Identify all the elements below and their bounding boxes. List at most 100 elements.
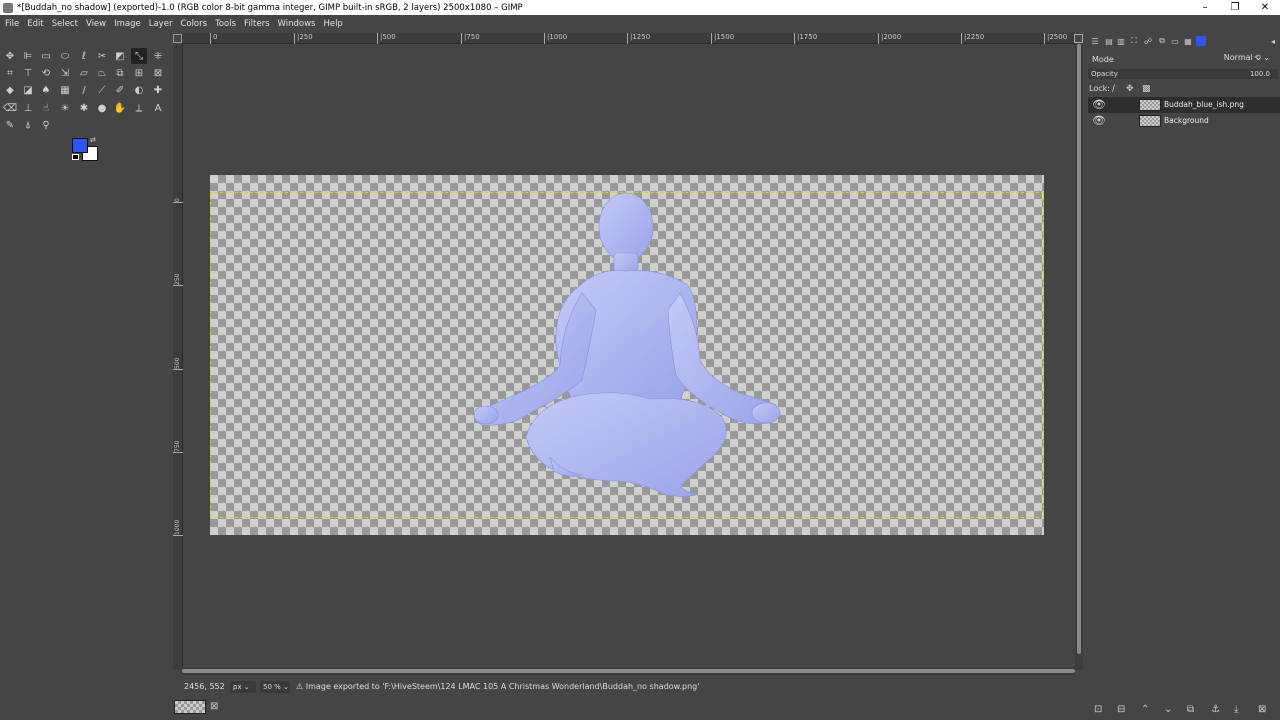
airbrush-icon[interactable]: ✐ (112, 82, 128, 98)
anchor-layer-icon[interactable]: ⚓ (1211, 704, 1220, 715)
gradient-icon[interactable]: ◪ (20, 82, 36, 98)
measure-icon[interactable]: ⟂ (131, 100, 147, 116)
visibility-eye-icon[interactable]: 👁 (1092, 98, 1106, 111)
color-picker-icon[interactable]: ✎ (2, 117, 18, 133)
horizontal-ruler[interactable]: 0 |250 |500 |750 |1000 |1250 |1500 |1750… (182, 33, 1075, 44)
fuzzy-select-icon[interactable]: ⁜ (150, 48, 166, 64)
raise-layer-icon[interactable]: ⌃ (1141, 704, 1149, 715)
heal-icon[interactable]: ✚ (150, 82, 166, 98)
dodge-icon[interactable]: ● (94, 100, 110, 116)
duplicate-layer-icon[interactable]: ⧉ (1187, 704, 1194, 715)
scale-icon[interactable]: ⇲ (57, 65, 73, 81)
menu-tools[interactable]: Tools (212, 19, 239, 29)
free-select-icon[interactable]: ℓ (76, 48, 92, 64)
move-icon[interactable]: ✥ (2, 48, 18, 64)
colors-tab-icon[interactable] (1196, 36, 1206, 46)
text-icon[interactable]: A (150, 100, 166, 116)
paths-icon[interactable]: ⤡ (131, 48, 147, 64)
horizontal-scrollbar[interactable] (182, 667, 1075, 675)
new-layer-icon[interactable]: ⊡ (1094, 704, 1102, 715)
shear-icon[interactable]: ▱ (76, 65, 92, 81)
menu-image[interactable]: Image (111, 19, 144, 29)
menu-edit[interactable]: Edit (24, 19, 46, 29)
bucket-fill-icon[interactable]: ◆ (2, 82, 18, 98)
smudge-icon[interactable]: ☝ (38, 100, 54, 116)
lock-alpha-icon[interactable]: ▩ (1142, 84, 1151, 94)
menu-colors[interactable]: Colors (177, 19, 210, 29)
navigate-button[interactable] (1074, 34, 1083, 43)
clone-icon[interactable]: ◐ (131, 82, 147, 98)
merge-down-icon[interactable]: ⤓ (1234, 704, 1238, 715)
flip-icon[interactable]: ⧉ (112, 65, 128, 81)
paths-tab-icon[interactable]: ⧉ (1157, 36, 1167, 46)
brushes-tab-icon[interactable]: ▦ (1183, 36, 1193, 46)
eraser-icon[interactable]: ⌫ (2, 100, 18, 116)
close-button[interactable]: ✕ (1250, 0, 1280, 15)
cage-icon[interactable]: ⊞ (131, 65, 147, 81)
crop-icon[interactable]: ⌗ (2, 65, 18, 81)
blur-icon[interactable]: ☀ (57, 100, 73, 116)
menu-windows[interactable]: Windows (275, 19, 319, 29)
lock-pixels-icon[interactable]: / (1112, 84, 1115, 94)
visibility-eye-icon[interactable]: 👁 (1092, 114, 1106, 127)
foreground-select-icon[interactable]: ◩ (112, 48, 128, 64)
unit-select[interactable]: px ⌄ (230, 681, 256, 693)
default-colors-icon[interactable] (72, 154, 79, 160)
device-status-tab-icon[interactable]: ▤ (1104, 36, 1114, 46)
sharpen-icon[interactable]: ✱ (76, 100, 92, 116)
layer-row[interactable]: 👁 Background (1088, 113, 1280, 129)
perspective-icon[interactable]: ⏢ (94, 65, 110, 81)
layer-name[interactable]: Buddah_blue_ish.png (1164, 100, 1244, 109)
rotate-icon[interactable]: ⟲ (38, 65, 54, 81)
maximize-button[interactable]: ❐ (1220, 0, 1250, 15)
perspective-clone-icon[interactable]: ⊥ (20, 100, 36, 116)
quick-mask-toggle[interactable] (173, 34, 182, 43)
vertical-ruler[interactable]: 0 250 500 750 1000 (173, 44, 183, 670)
warp-icon[interactable]: ⊠ (150, 65, 166, 81)
tool-options-tab-icon[interactable]: ☰ (1090, 36, 1100, 46)
lower-layer-icon[interactable]: ⌄ (1164, 704, 1172, 715)
path-icon[interactable]: ⍋ (20, 117, 36, 133)
rect-select-icon[interactable]: ▭ (38, 48, 54, 64)
paintbrush-icon[interactable]: ⟋ (94, 82, 110, 98)
ink-icon[interactable]: ♠ (38, 82, 54, 98)
zoom-select[interactable]: 50 % ⌄ (260, 681, 290, 693)
pencil-icon[interactable]: / (76, 82, 92, 98)
minimize-button[interactable]: – (1190, 0, 1220, 15)
new-layer-group-icon[interactable]: ⊟ (1117, 704, 1125, 715)
foreground-color-swatch[interactable] (72, 138, 88, 153)
mode-reset-icon[interactable]: ⟲ ⌄ (1254, 53, 1270, 62)
channels-tab-icon[interactable]: ☍ (1143, 36, 1153, 46)
undo-history-tab-icon[interactable]: ▥ (1116, 36, 1126, 46)
unified-transform-icon[interactable]: ⊤ (20, 65, 36, 81)
title-bar: *[Buddah_no shadow] (exported)-1.0 (RGB … (0, 0, 1280, 15)
menu-filters[interactable]: Filters (241, 19, 272, 29)
vertical-scroll-thumb[interactable] (1077, 44, 1081, 654)
scissors-icon[interactable]: ✂ (94, 48, 110, 64)
swap-colors-icon[interactable]: ⇄ (90, 136, 96, 144)
close-tab-icon[interactable]: ⊠ (210, 701, 218, 712)
burn-icon[interactable]: ✋ (112, 100, 128, 116)
align-icon[interactable]: ⊫ (20, 48, 36, 64)
horizontal-scroll-thumb[interactable] (182, 669, 1075, 673)
layer-name[interactable]: Background (1164, 116, 1209, 125)
delete-layer-icon[interactable]: ⊠ (1258, 704, 1266, 715)
mypaint-icon[interactable]: ▦ (57, 82, 73, 98)
image-tab-thumbnail[interactable] (174, 700, 206, 714)
menu-file[interactable]: File (2, 19, 22, 29)
opacity-value: 100.0 (1249, 70, 1270, 78)
menu-layer[interactable]: Layer (146, 19, 176, 29)
menu-help[interactable]: Help (320, 19, 345, 29)
unit-value: px (233, 683, 242, 691)
lock-position-icon[interactable]: ✥ (1126, 84, 1134, 94)
opacity-slider[interactable]: Opacity 100.0 (1088, 69, 1278, 79)
vertical-scrollbar[interactable] (1075, 44, 1083, 670)
ellipse-select-icon[interactable]: ⬭ (57, 48, 73, 64)
menu-view[interactable]: View (83, 19, 109, 29)
layer-row[interactable]: 👁 Buddah_blue_ish.png (1088, 97, 1280, 113)
layers-tab-icon[interactable]: ⛶ (1129, 36, 1139, 46)
dock-menu-icon[interactable]: ◂ (1268, 36, 1278, 46)
menu-select[interactable]: Select (49, 19, 81, 29)
zoom-icon[interactable]: ⚲ (38, 117, 54, 133)
images-tab-icon[interactable]: ▭ (1170, 36, 1180, 46)
